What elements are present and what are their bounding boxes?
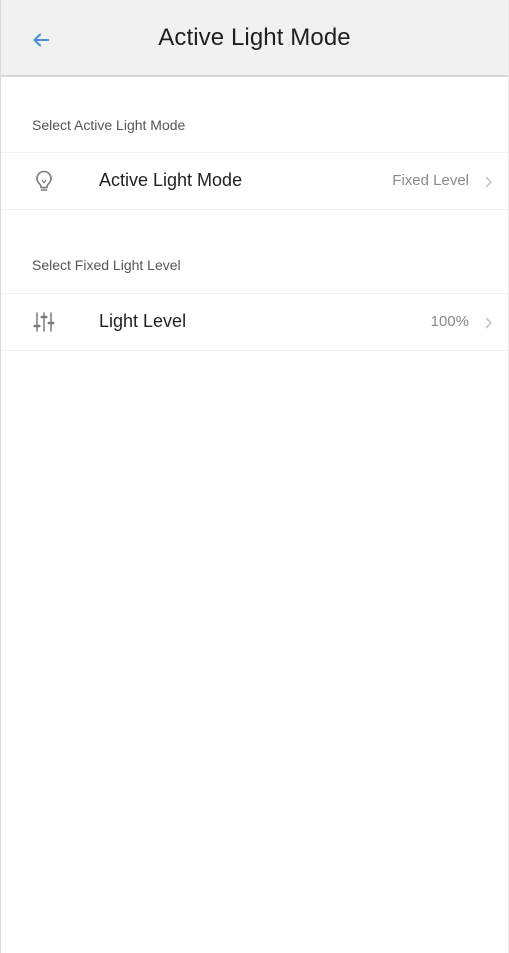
active-light-mode-value: Fixed Level: [392, 172, 469, 189]
active-light-mode-label: Active Light Mode: [99, 170, 243, 190]
chevron-right-icon: [480, 314, 498, 332]
section-header-fixed-light-level: Select Fixed Light Level: [32, 257, 181, 273]
sliders-icon: [29, 307, 59, 337]
page-title: Active Light Mode: [158, 24, 351, 51]
lightbulb-icon: [29, 166, 59, 196]
section-header-active-light-mode: Select Active Light Mode: [32, 117, 186, 133]
active-light-mode-screen: Active Light Mode Select Active Light Mo…: [0, 0, 509, 953]
active-light-mode-row[interactable]: Active Light Mode Fixed Level: [1, 152, 508, 210]
light-level-value: 100%: [430, 313, 469, 330]
app-bar: Active Light Mode: [1, 0, 508, 77]
chevron-right-icon: [480, 173, 498, 191]
light-level-row[interactable]: Light Level 100%: [1, 293, 508, 351]
light-level-label: Light Level: [99, 311, 187, 331]
